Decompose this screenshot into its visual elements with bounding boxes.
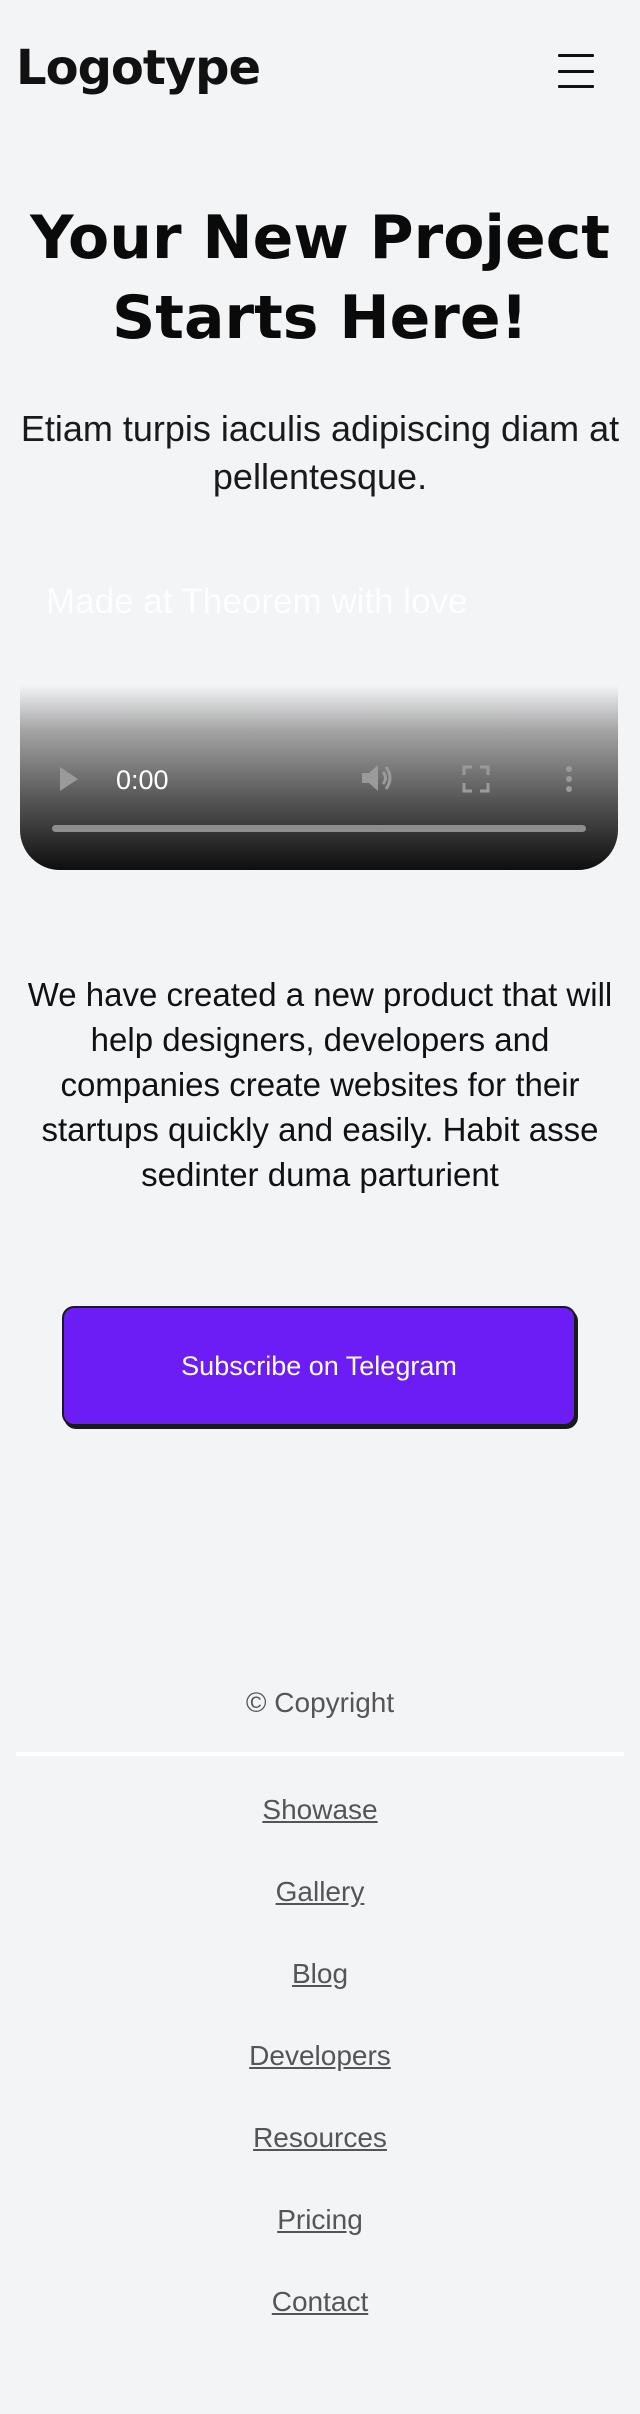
footer-link-pricing[interactable]: Pricing: [0, 2200, 640, 2282]
product-description: We have created a new product that will …: [27, 976, 613, 1193]
video-controls: 0:00: [20, 685, 618, 870]
video-frame: [20, 560, 618, 685]
video-progress-bar[interactable]: [52, 825, 586, 832]
footer-link-contact[interactable]: Contact: [0, 2282, 640, 2364]
hero-subtitle: Etiam turpis iaculis adipiscing diam at …: [20, 408, 620, 497]
play-icon[interactable]: [60, 767, 78, 791]
video-player[interactable]: Made at Theorem with love 0:00: [20, 560, 618, 870]
video-caption: Made at Theorem with love: [46, 582, 468, 621]
footer-nav: Showase Gallery Blog Developers Resource…: [0, 1790, 640, 2364]
hero-title: Your New Project Starts Here!: [30, 203, 610, 353]
more-vertical-icon[interactable]: [564, 765, 574, 793]
footer-link-resources[interactable]: Resources: [0, 2118, 640, 2200]
site-header: Logotype: [0, 0, 640, 140]
footer-link-blog[interactable]: Blog: [0, 1954, 640, 2036]
logo[interactable]: Logotype: [16, 40, 261, 96]
video-time: 0:00: [116, 765, 169, 795]
footer-divider: [16, 1752, 624, 1756]
footer-link-gallery[interactable]: Gallery: [0, 1872, 640, 1954]
copyright: © Copyright: [245, 1687, 395, 1718]
subscribe-telegram-button[interactable]: Subscribe on Telegram: [62, 1306, 576, 1426]
footer-link-developers[interactable]: Developers: [0, 2036, 640, 2118]
hamburger-menu-icon[interactable]: [558, 54, 594, 88]
volume-icon[interactable]: [360, 763, 394, 793]
footer-link-showase[interactable]: Showase: [0, 1790, 640, 1872]
fullscreen-icon[interactable]: [462, 765, 490, 793]
